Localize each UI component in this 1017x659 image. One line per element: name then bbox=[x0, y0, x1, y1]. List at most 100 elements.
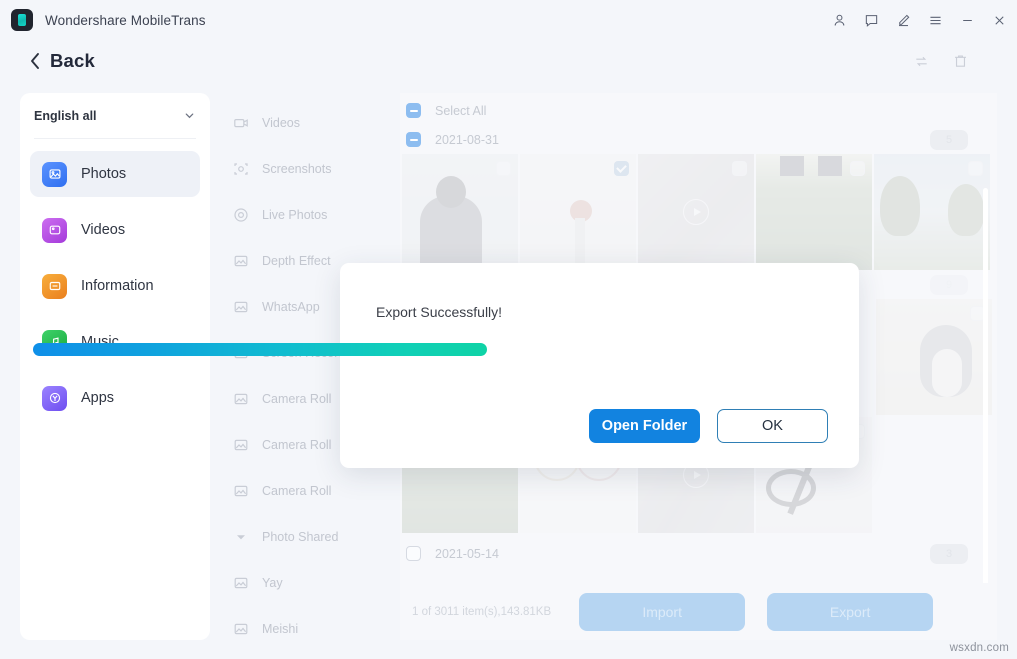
dialog-title: Export Successfully! bbox=[376, 304, 502, 320]
date-group-checkbox[interactable] bbox=[406, 132, 421, 147]
select-all-checkbox[interactable] bbox=[406, 103, 421, 118]
photo-album-icon bbox=[232, 483, 249, 500]
thumbnail-item[interactable] bbox=[756, 154, 872, 270]
selection-status: 1 of 3011 item(s),143.81KB bbox=[412, 606, 551, 618]
date-group-checkbox[interactable] bbox=[406, 546, 421, 561]
dialog-actions: Open Folder OK bbox=[589, 409, 828, 443]
export-success-dialog: Export Successfully! Open Folder OK bbox=[340, 263, 859, 468]
sidebar-item-videos[interactable]: Videos bbox=[30, 207, 200, 253]
date-group-count: 9 bbox=[930, 275, 968, 295]
photo-album-icon bbox=[232, 621, 249, 638]
sidebar-item-label: Videos bbox=[81, 222, 125, 238]
category-label: Camera Roll bbox=[262, 438, 331, 452]
sidebar-item-label: Information bbox=[81, 278, 154, 294]
sidebar-nav: Photos Videos Information Music bbox=[20, 139, 210, 421]
thumbnail-checkbox[interactable] bbox=[968, 161, 983, 176]
language-label: English all bbox=[34, 109, 97, 123]
thumbnail-item[interactable] bbox=[876, 299, 992, 415]
import-button[interactable]: Import bbox=[579, 593, 745, 631]
screenshot-icon bbox=[232, 161, 249, 178]
thumbnail-item[interactable] bbox=[638, 154, 754, 270]
category-item-screenshots[interactable]: Screenshots bbox=[210, 146, 400, 192]
mobiletrans-logo-icon bbox=[11, 9, 33, 31]
thumbnail-checkbox[interactable] bbox=[614, 161, 629, 176]
minimize-icon[interactable] bbox=[951, 4, 983, 36]
category-label: Camera Roll bbox=[262, 392, 331, 406]
photo-album-icon bbox=[232, 437, 249, 454]
thumbnail-item[interactable] bbox=[402, 154, 518, 270]
back-label: Back bbox=[50, 50, 95, 72]
category-label: Meishi bbox=[262, 622, 298, 636]
thumbnail-checkbox[interactable] bbox=[732, 161, 747, 176]
sidebar-item-photos[interactable]: Photos bbox=[30, 151, 200, 197]
thumbnail-row-2 bbox=[874, 299, 997, 415]
thumbnail-checkbox[interactable] bbox=[850, 161, 865, 176]
photo-album-icon bbox=[232, 391, 249, 408]
thumbnail-checkbox[interactable] bbox=[496, 161, 511, 176]
vertical-scrollbar[interactable] bbox=[983, 188, 988, 640]
information-icon bbox=[42, 274, 67, 299]
live-photo-icon bbox=[232, 207, 249, 224]
language-selector[interactable]: English all bbox=[34, 93, 196, 139]
date-group-header-bottom[interactable]: 2021-05-14 3 bbox=[400, 539, 997, 568]
select-all-row[interactable]: Select All bbox=[400, 96, 997, 125]
category-item-live-photos[interactable]: Live Photos bbox=[210, 192, 400, 238]
category-item-camera-roll-3[interactable]: Camera Roll bbox=[210, 468, 400, 514]
category-label: Camera Roll bbox=[262, 484, 331, 498]
thumbnail-item[interactable] bbox=[520, 154, 636, 270]
sidebar-item-music[interactable]: Music bbox=[30, 319, 200, 365]
refresh-icon[interactable] bbox=[913, 53, 930, 70]
sidebar-item-apps[interactable]: Apps bbox=[30, 375, 200, 421]
export-progress-bar bbox=[33, 343, 487, 356]
category-label: WhatsApp bbox=[262, 300, 320, 314]
apps-icon bbox=[42, 386, 67, 411]
chevron-left-icon bbox=[29, 52, 41, 70]
photo-album-icon bbox=[232, 299, 249, 316]
edit-pencil-icon[interactable] bbox=[887, 4, 919, 36]
content-toolbar bbox=[913, 53, 969, 70]
category-group-photo-shared[interactable]: Photo Shared bbox=[210, 514, 400, 560]
date-group-count: 5 bbox=[930, 130, 968, 150]
videos-icon bbox=[42, 218, 67, 243]
category-label: Photo Shared bbox=[262, 530, 338, 544]
left-sidebar: English all Photos Videos bbox=[20, 93, 210, 640]
app-title: Wondershare MobileTrans bbox=[45, 13, 206, 28]
window-controls bbox=[823, 0, 1017, 40]
export-button[interactable]: Export bbox=[767, 593, 933, 631]
category-item-meishi[interactable]: Meishi bbox=[210, 606, 400, 640]
date-group-label: 2021-08-31 bbox=[435, 133, 499, 147]
title-bar: Wondershare MobileTrans bbox=[0, 0, 1017, 40]
account-icon[interactable] bbox=[823, 4, 855, 36]
footer-bar: 1 of 3011 item(s),143.81KB Import Export bbox=[400, 583, 997, 640]
app-window: Wondershare MobileTrans bbox=[0, 0, 1017, 659]
photos-icon bbox=[42, 162, 67, 187]
chevron-down-icon bbox=[183, 109, 196, 122]
category-item-yay[interactable]: Yay bbox=[210, 560, 400, 606]
thumbnail-item[interactable] bbox=[874, 154, 990, 270]
open-folder-button[interactable]: Open Folder bbox=[589, 409, 700, 443]
sidebar-item-label: Photos bbox=[81, 166, 126, 182]
close-icon[interactable] bbox=[983, 4, 1015, 36]
back-button[interactable]: Back bbox=[29, 50, 95, 72]
caret-down-icon bbox=[232, 529, 249, 546]
ok-button[interactable]: OK bbox=[717, 409, 828, 443]
thumbnail-row-1 bbox=[400, 154, 997, 270]
category-label: Depth Effect bbox=[262, 254, 331, 268]
photo-album-icon bbox=[232, 253, 249, 270]
date-group-label: 2021-05-14 bbox=[435, 547, 499, 561]
select-all-label: Select All bbox=[435, 104, 486, 118]
delete-trash-icon[interactable] bbox=[952, 53, 969, 70]
sidebar-item-label: Apps bbox=[81, 390, 114, 406]
date-group-count: 3 bbox=[930, 544, 968, 564]
video-camera-icon bbox=[232, 115, 249, 132]
photo-album-icon bbox=[232, 575, 249, 592]
feedback-icon[interactable] bbox=[855, 4, 887, 36]
watermark: wsxdn.com bbox=[950, 642, 1009, 654]
category-item-videos[interactable]: Videos bbox=[210, 100, 400, 146]
sidebar-item-information[interactable]: Information bbox=[30, 263, 200, 309]
date-group-header[interactable]: 2021-08-31 5 bbox=[400, 125, 997, 154]
back-bar: Back bbox=[0, 40, 1017, 82]
category-label: Screenshots bbox=[262, 162, 331, 176]
hamburger-menu-icon[interactable] bbox=[919, 4, 951, 36]
play-icon bbox=[683, 199, 709, 225]
